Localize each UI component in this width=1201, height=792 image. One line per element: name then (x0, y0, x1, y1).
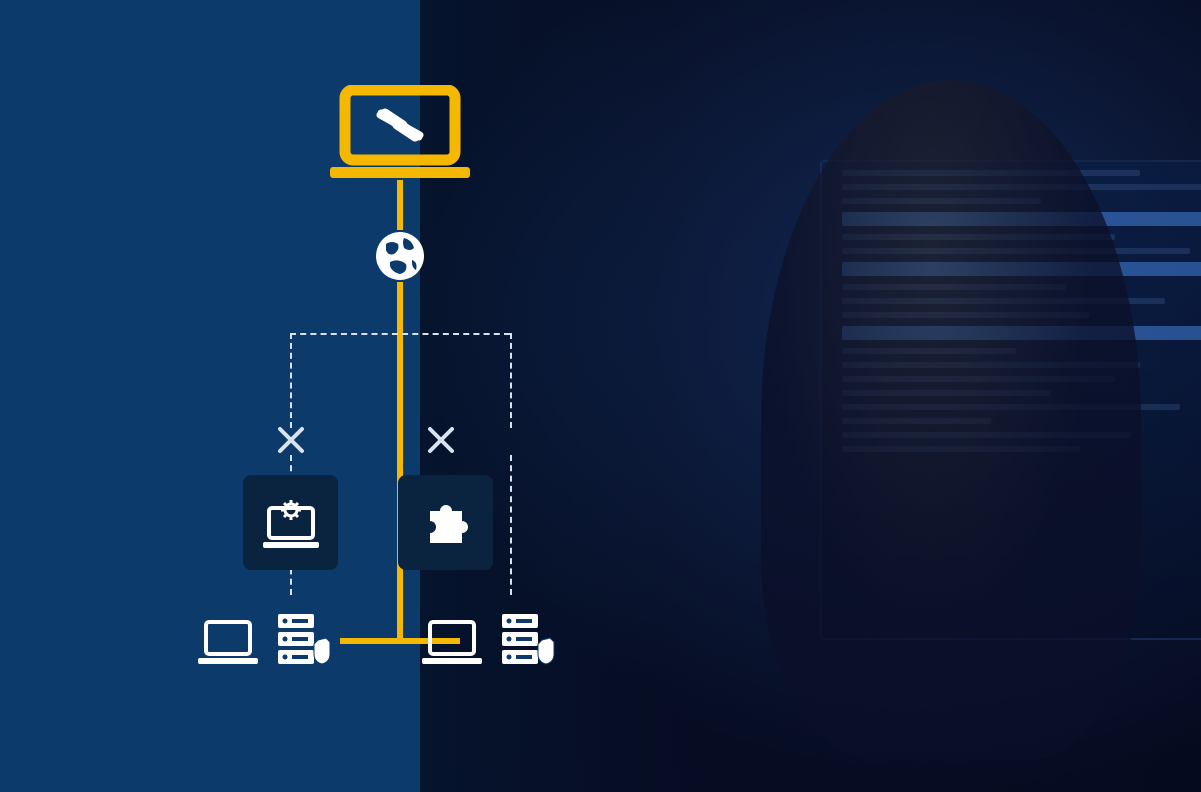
blocked-x-icon (426, 425, 456, 455)
connector-line (397, 180, 403, 230)
blocked-x-icon (276, 425, 306, 455)
laptop-icon (420, 616, 484, 671)
network-diagram (230, 85, 590, 685)
dashed-branch (290, 333, 292, 428)
dashed-branch (510, 333, 512, 428)
server-shield-icon (498, 610, 556, 671)
connector-line (397, 282, 403, 642)
endpoint-pair-right (420, 610, 556, 671)
globe-icon (374, 230, 426, 282)
dashed-branch (290, 333, 510, 335)
remote-laptop-icon (325, 85, 475, 180)
person-silhouette (761, 80, 1141, 760)
laptop-icon (196, 616, 260, 671)
box-puzzle-piece (398, 475, 493, 570)
box-laptop-gear (243, 475, 338, 570)
server-shield-icon (274, 610, 332, 671)
dashed-branch (510, 455, 512, 595)
endpoint-pair-left (196, 610, 332, 671)
